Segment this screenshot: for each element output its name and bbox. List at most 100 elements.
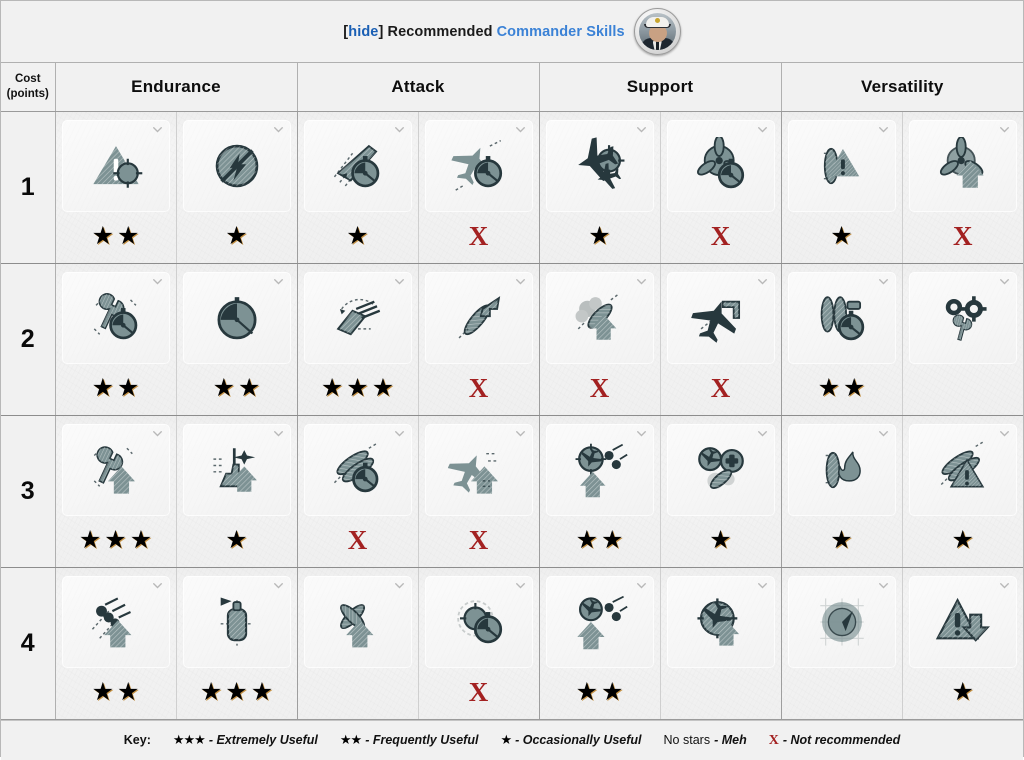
not-recommended-mark: X [468, 221, 489, 251]
carrier-boost-icon [206, 441, 268, 499]
skill-card[interactable] [908, 271, 1017, 364]
rating-star: ★ [830, 526, 853, 554]
skill-card[interactable] [545, 119, 654, 212]
skill-card[interactable] [61, 423, 170, 516]
skill-card[interactable] [666, 271, 775, 364]
skill-card[interactable] [908, 119, 1017, 212]
rating: ★ ★ [818, 373, 866, 405]
skill-cell: ★ ★ ★ [297, 263, 419, 416]
key-description: - Occasionally Useful [515, 732, 642, 747]
rating: ★ [588, 221, 610, 253]
chevron-down-icon[interactable] [394, 278, 404, 285]
hide-link[interactable]: hide [348, 24, 378, 40]
skill-card[interactable] [303, 575, 412, 668]
chevron-down-icon[interactable] [515, 278, 525, 285]
chevron-down-icon[interactable] [515, 582, 525, 589]
skill-card[interactable] [303, 271, 412, 364]
key-item: ★ - Occasionally Useful [500, 732, 641, 748]
rating-star: ★ [117, 374, 140, 402]
chevron-down-icon[interactable] [878, 278, 888, 285]
skill-card[interactable] [424, 423, 533, 516]
chevron-down-icon[interactable] [878, 430, 888, 437]
skill-card[interactable] [787, 271, 896, 364]
chevron-down-icon[interactable] [152, 278, 162, 285]
chevron-down-icon[interactable] [636, 278, 646, 285]
chevron-down-icon[interactable] [394, 582, 404, 589]
chevron-down-icon[interactable] [636, 582, 646, 589]
rating: X [469, 677, 489, 709]
rating-star: ★ [371, 374, 395, 402]
chevron-down-icon[interactable] [515, 126, 525, 133]
skill-card[interactable] [666, 575, 775, 668]
chevron-down-icon[interactable] [999, 278, 1009, 285]
skill-card[interactable] [182, 423, 291, 516]
rating-star: ★ [817, 374, 840, 402]
panel-header: [hide] Recommended Commander Skills [1, 1, 1023, 63]
chevron-down-icon[interactable] [394, 430, 404, 437]
skill-card[interactable] [424, 271, 533, 364]
skill-cell: ★ [902, 567, 1023, 720]
skill-card[interactable] [424, 119, 533, 212]
chevron-down-icon[interactable] [757, 430, 767, 437]
chevron-down-icon[interactable] [152, 126, 162, 133]
chevron-down-icon[interactable] [757, 126, 767, 133]
chevron-down-icon[interactable] [757, 278, 767, 285]
key-item: ★★★ - Extremely Useful [173, 732, 318, 748]
skill-card[interactable] [303, 119, 412, 212]
chevron-down-icon[interactable] [515, 430, 525, 437]
chevron-down-icon[interactable] [878, 126, 888, 133]
skill-card[interactable] [908, 423, 1017, 516]
chevron-down-icon[interactable] [394, 126, 404, 133]
skill-card[interactable] [182, 119, 291, 212]
alert-down-arrow-icon [932, 593, 994, 651]
plane-up-arrow-icon [447, 441, 510, 499]
chevron-down-icon[interactable] [636, 126, 646, 133]
skill-card[interactable] [666, 423, 775, 516]
rating: ★ [830, 525, 852, 557]
key-symbol: ★★★ [172, 731, 206, 747]
skill-card[interactable] [424, 575, 533, 668]
commander-skills-link[interactable]: Commander Skills [497, 24, 625, 40]
skill-card[interactable] [545, 423, 654, 516]
skill-card[interactable] [545, 271, 654, 364]
wrench-timer-icon [85, 289, 147, 347]
rating: ★ ★ [92, 373, 140, 405]
chevron-down-icon[interactable] [273, 582, 283, 589]
chevron-down-icon[interactable] [273, 126, 283, 133]
skill-card[interactable] [787, 575, 896, 668]
chevron-down-icon[interactable] [999, 582, 1009, 589]
rating: ★ ★ [213, 373, 261, 405]
skill-card[interactable] [787, 119, 896, 212]
chevron-down-icon[interactable] [152, 582, 162, 589]
rating: X [590, 373, 610, 405]
skill-card[interactable] [303, 423, 412, 516]
chevron-down-icon[interactable] [757, 582, 767, 589]
priority-target-icon [85, 137, 147, 195]
skill-card[interactable] [787, 423, 896, 516]
propeller-boost-icon [932, 136, 994, 195]
chevron-down-icon[interactable] [273, 278, 283, 285]
chevron-down-icon[interactable] [999, 126, 1009, 133]
key-item: No stars - Meh [664, 733, 747, 747]
skill-card[interactable] [908, 575, 1017, 668]
skill-card[interactable] [61, 119, 170, 212]
chevron-down-icon[interactable] [152, 430, 162, 437]
skill-card[interactable] [182, 575, 291, 668]
skill-card[interactable] [666, 119, 775, 212]
chevron-down-icon[interactable] [636, 430, 646, 437]
skill-cell: ★ ★ [55, 567, 177, 720]
rating: ★ [225, 525, 247, 557]
skills-table-body: 1 ★ ★ ★ ★ X ★ X ★ X 2 ★ ★ ★ ★ ★ ★ ★ X X X ★ ★ 3 ★ ★ ★ ★ X X ★ ★ ★ ★ ★ 4 ★ ★ ★ ★… [1, 111, 1023, 720]
aa-flak-boost-icon [569, 593, 631, 651]
skill-card[interactable] [61, 271, 170, 364]
chevron-down-icon[interactable] [273, 430, 283, 437]
skill-card[interactable] [182, 271, 291, 364]
skill-card[interactable] [61, 575, 170, 668]
skill-cell: ★ ★ [539, 415, 661, 568]
table-row: 2 ★ ★ ★ ★ ★ ★ ★ X X X ★ ★ [1, 263, 1023, 416]
skill-card[interactable] [545, 575, 654, 668]
chevron-down-icon[interactable] [999, 430, 1009, 437]
rating: ★ ★ [576, 677, 624, 709]
chevron-down-icon[interactable] [878, 582, 888, 589]
rating-star: ★ [91, 374, 114, 402]
